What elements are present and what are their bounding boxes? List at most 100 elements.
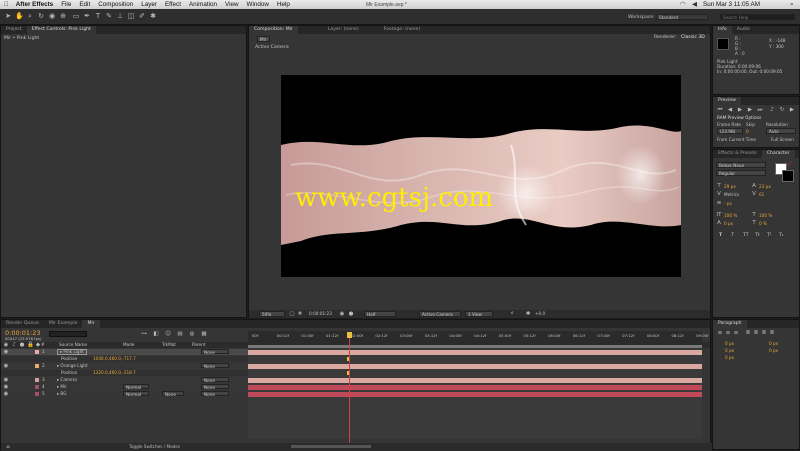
- indent-first-value[interactable]: 0 px: [769, 348, 778, 353]
- tab-mir-example[interactable]: Mir Example: [44, 320, 83, 328]
- label-color-swatch[interactable]: [35, 385, 39, 389]
- play-icon[interactable]: ▶: [737, 107, 743, 113]
- wifi-icon[interactable]: ◠: [680, 1, 686, 8]
- snapshot-icon[interactable]: ◉: [339, 311, 345, 317]
- playhead-handle[interactable]: [346, 332, 352, 338]
- rotate-tool-icon[interactable]: ↻: [37, 12, 45, 21]
- parent-select[interactable]: None: [201, 391, 229, 397]
- space-after-value[interactable]: 0 px: [725, 355, 734, 360]
- resolution-select-preview[interactable]: Auto: [766, 128, 796, 134]
- type-tool-icon[interactable]: T: [94, 12, 102, 21]
- tab-audio[interactable]: Audio: [732, 26, 755, 34]
- property-row[interactable]: Position 1040.0,460.0,-717.7: [1, 356, 248, 362]
- menu-edit[interactable]: Edit: [75, 1, 94, 8]
- zoom-tool-icon[interactable]: ⌕: [26, 12, 34, 21]
- layer-name[interactable]: ▸ Pink Light: [57, 349, 87, 355]
- menu-view[interactable]: View: [221, 1, 243, 8]
- layer-row[interactable]: ◉ 5 ▸ BG Normal None None: [1, 391, 248, 397]
- style-small-caps[interactable]: Tt: [755, 233, 760, 238]
- menu-window[interactable]: Window: [243, 1, 273, 8]
- font-family-select[interactable]: Bebas Neue: [716, 162, 766, 168]
- layer-duration-bar[interactable]: [248, 391, 702, 397]
- clone-tool-icon[interactable]: ⊥: [116, 12, 124, 21]
- hand-tool-icon[interactable]: ✋: [15, 12, 24, 21]
- mode-column[interactable]: Mode: [123, 342, 134, 347]
- layer-name[interactable]: ▸ BG: [57, 391, 66, 396]
- menu-clock[interactable]: Sun Mar 3 11:05 AM: [703, 1, 760, 8]
- tab-effects-presets[interactable]: Effects & Presets: [713, 150, 762, 158]
- tab-mir-timeline[interactable]: Mir: [82, 320, 100, 328]
- loop-icon[interactable]: ↻: [779, 107, 785, 113]
- align-right-icon[interactable]: ≡: [733, 330, 739, 336]
- style-faux-italic[interactable]: T: [731, 233, 734, 238]
- next-frame-icon[interactable]: ▶: [747, 107, 753, 113]
- space-before-value[interactable]: 0 px: [725, 348, 734, 353]
- resolution-select[interactable]: Half: [364, 311, 396, 317]
- magnification-select[interactable]: 50%: [259, 311, 285, 317]
- source-name-column[interactable]: Source Name: [59, 342, 87, 347]
- fast-previews-icon[interactable]: ⚡: [509, 311, 515, 317]
- property-name[interactable]: Position: [61, 370, 77, 375]
- comp-chip[interactable]: Mir: [257, 36, 270, 42]
- layer-row[interactable]: ◉ 2 ▸ Orange Light None: [1, 363, 248, 369]
- tracking-value[interactable]: 61: [759, 192, 764, 197]
- property-value[interactable]: 1320.0,460.0,-218.7: [93, 370, 136, 375]
- ram-preview-options[interactable]: RAM Preview Options: [717, 115, 761, 120]
- property-row[interactable]: Position 1320.0,460.0,-218.7: [1, 370, 248, 376]
- roto-brush-tool-icon[interactable]: ✐: [138, 12, 146, 21]
- visibility-eye-icon[interactable]: ◉: [3, 349, 9, 355]
- menu-app[interactable]: After Effects: [13, 1, 57, 8]
- label-color-swatch[interactable]: [35, 350, 39, 354]
- time-ruler[interactable]: 00f 00:12f 01:00f 01:12f 02:00f 02:12f 03:00f 0…: [248, 331, 708, 345]
- motion-blur-icon[interactable]: ◍: [189, 331, 195, 337]
- visibility-eye-icon[interactable]: ◉: [3, 384, 9, 390]
- stroke-width-value[interactable]: - px: [724, 201, 732, 206]
- layer-duration-bar[interactable]: [248, 349, 702, 355]
- property-value[interactable]: 1040.0,460.0,-717.7: [93, 356, 136, 361]
- playhead[interactable]: [348, 332, 350, 444]
- mask-tool-icon[interactable]: ▭: [72, 12, 80, 21]
- align-left-icon[interactable]: ≡: [717, 330, 723, 336]
- apple-icon[interactable]: : [0, 1, 13, 8]
- tab-composition[interactable]: Composition: Mir: [249, 26, 298, 34]
- tab-render-queue[interactable]: Render Queue: [1, 320, 44, 328]
- expand-switches-icon[interactable]: ⌂: [5, 444, 11, 450]
- font-style-select[interactable]: Regular: [716, 170, 766, 176]
- work-area-bar[interactable]: [248, 345, 702, 348]
- puppet-tool-icon[interactable]: ✱: [149, 12, 157, 21]
- justify-center-icon[interactable]: ≣: [753, 330, 759, 336]
- layer-search-input[interactable]: [49, 331, 87, 337]
- layer-duration-bar[interactable]: [248, 363, 702, 369]
- search-help-input[interactable]: Search Help: [720, 14, 795, 20]
- kerning-value[interactable]: Metrics: [724, 192, 739, 197]
- layer-row[interactable]: ◉ 3 ▸ Camera None: [1, 377, 248, 383]
- layer-duration-bar[interactable]: [248, 384, 702, 390]
- menu-help[interactable]: Help: [273, 1, 294, 8]
- no-stroke-icon[interactable]: ⁄: [789, 160, 790, 168]
- layer-duration-bar[interactable]: [248, 377, 702, 383]
- layer-row[interactable]: ◉ 1 ▸ Pink Light None: [1, 349, 248, 355]
- layer-name[interactable]: ▸ Camera: [57, 377, 77, 382]
- parent-column[interactable]: Parent: [192, 342, 205, 347]
- label-color-swatch[interactable]: [35, 378, 39, 382]
- indent-right-value[interactable]: 0 px: [769, 341, 778, 346]
- menu-composition[interactable]: Composition: [94, 1, 137, 8]
- horizontal-scale-value[interactable]: 100 %: [759, 213, 772, 218]
- tab-layer[interactable]: Layer: (none): [298, 26, 364, 34]
- safe-zones-icon[interactable]: ▢: [289, 311, 295, 317]
- skip-value[interactable]: 0: [746, 129, 749, 134]
- camera-select[interactable]: Active Camera: [419, 311, 461, 317]
- parent-select[interactable]: None: [201, 363, 229, 369]
- draft-3d-icon[interactable]: ◧: [153, 331, 159, 337]
- justify-left-icon[interactable]: ≣: [745, 330, 751, 336]
- from-current-time-checkbox[interactable]: From Current Time: [717, 137, 756, 142]
- selection-tool-icon[interactable]: ➤: [4, 12, 12, 21]
- menu-file[interactable]: File: [57, 1, 75, 8]
- viewer-timecode[interactable]: 0:00:01:23: [309, 311, 332, 316]
- vertical-scale-value[interactable]: 100 %: [724, 213, 737, 218]
- shy-icon[interactable]: ☺: [165, 331, 171, 337]
- tab-preview[interactable]: Preview: [713, 97, 741, 105]
- visibility-eye-icon[interactable]: ◉: [3, 377, 9, 383]
- brush-tool-icon[interactable]: ✎: [105, 12, 113, 21]
- align-center-icon[interactable]: ≡: [725, 330, 731, 336]
